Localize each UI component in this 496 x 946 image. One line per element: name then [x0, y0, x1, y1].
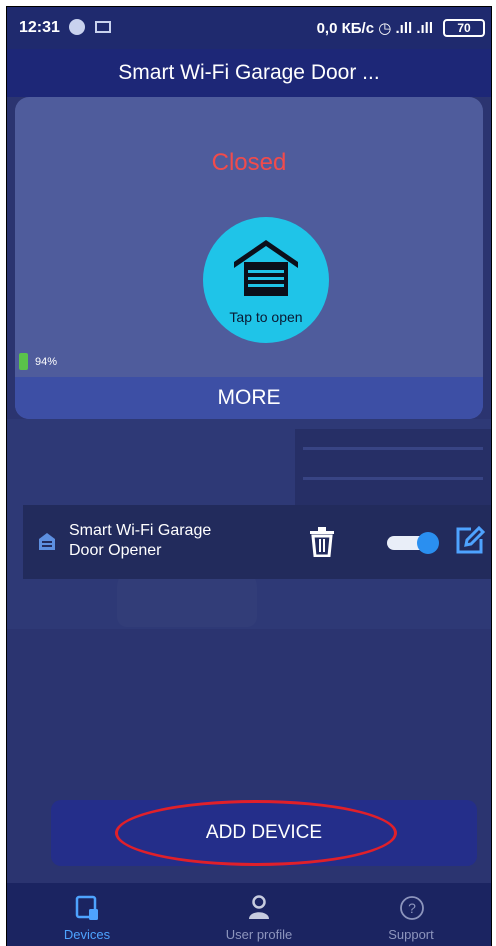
add-device-button[interactable]: ADD DEVICE: [51, 800, 477, 866]
device-list-item[interactable]: Smart Wi-Fi Garage Door Opener: [23, 505, 491, 579]
nav-devices-label: Devices: [63, 927, 111, 942]
status-time: 12:31: [19, 19, 60, 36]
door-status: Closed: [211, 149, 287, 176]
network-speed: 0,0 КБ/с: [316, 20, 375, 37]
svg-text:?: ?: [408, 900, 416, 916]
nav-support-label: Support: [388, 927, 434, 942]
user-icon: [249, 895, 269, 919]
app-title: Smart Wi-Fi Garage Door ...: [7, 49, 491, 97]
delete-icon[interactable]: [309, 527, 335, 557]
nav-user-profile[interactable]: User profile: [179, 883, 339, 946]
battery-icon: 70: [443, 19, 485, 37]
screen-icon: [95, 21, 111, 33]
bottom-navigation: Devices User profile ? Support: [7, 883, 491, 946]
garage-device-icon: [39, 533, 55, 550]
battery-level-icon: [19, 353, 28, 370]
signal-icons: ◷ .ıll .ıll: [378, 20, 433, 37]
more-button[interactable]: MORE: [15, 377, 483, 419]
garage-icon: [234, 240, 298, 296]
phone-screen: 12:31 0,0 КБ/с ◷ .ıll .ıll 70 Smart Wi-F…: [6, 6, 492, 946]
toggle-knob: [417, 532, 439, 554]
device-enable-toggle[interactable]: [383, 532, 443, 554]
background-door-line: [303, 447, 483, 450]
devices-icon: [75, 895, 98, 920]
background-door-line: [303, 477, 483, 480]
status-network: 0,0 КБ/с ◷ .ıll .ıll: [317, 19, 433, 37]
device-name: Smart Wi-Fi Garage Door Opener: [69, 522, 212, 559]
door-control-card: Closed Tap to open 94%: [15, 97, 483, 419]
nav-user-profile-label: User profile: [225, 927, 293, 942]
edit-icon[interactable]: [455, 525, 485, 555]
battery-percent: 94%: [35, 356, 58, 368]
notification-icon: [69, 19, 85, 35]
tap-to-open-label: Tap to open: [229, 309, 303, 325]
nav-devices[interactable]: Devices: [7, 883, 167, 946]
door-toggle-button[interactable]: Tap to open: [203, 217, 329, 343]
help-icon: ?: [400, 896, 424, 920]
nav-support[interactable]: ? Support: [331, 883, 491, 946]
status-bar: 12:31 0,0 КБ/с ◷ .ıll .ıll 70: [7, 7, 491, 49]
